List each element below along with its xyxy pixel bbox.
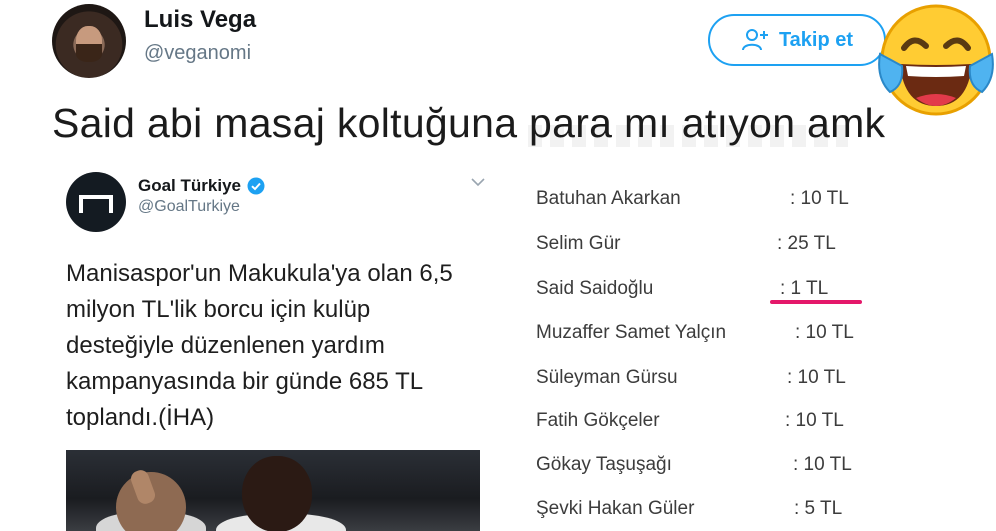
author-name[interactable]: Luis Vega: [144, 6, 256, 34]
author-avatar[interactable]: [52, 4, 126, 78]
embedded-tweet-text: Manisaspor'un Makukula'ya olan 6,5 milyo…: [66, 256, 506, 436]
embedded-author-name[interactable]: Goal Türkiye: [138, 176, 265, 196]
donor-amount: : 10 TL: [787, 367, 846, 388]
add-user-icon: [741, 29, 768, 51]
embedded-text-line: desteğiyle düzenlenen yardım: [66, 332, 385, 359]
donor-amount: : 10 TL: [785, 410, 844, 431]
donor-name: Şevki Hakan Güler: [536, 498, 695, 519]
donor-name: Gökay Taşuşağı: [536, 454, 672, 475]
goal-logo-icon: [79, 195, 113, 213]
author-handle[interactable]: @veganomi: [144, 42, 251, 65]
donor-name: Fatih Gökçeler: [536, 410, 660, 431]
donor-amount: : 10 TL: [793, 454, 852, 475]
follow-button[interactable]: Takip et: [708, 14, 886, 66]
donor-amount: : 25 TL: [777, 233, 836, 254]
chevron-down-icon[interactable]: [470, 176, 486, 188]
donor-amount: : 1 TL: [780, 278, 829, 299]
donor-name: Muzaffer Samet Yalçın: [536, 322, 727, 343]
embedded-author-name-text: Goal Türkiye: [138, 176, 241, 195]
embedded-text-line: Manisaspor'un Makukula'ya olan 6,5: [66, 260, 453, 287]
list-top-shadow: [528, 125, 848, 147]
donor-amount: : 10 TL: [790, 188, 849, 209]
goal-avatar[interactable]: [66, 172, 126, 232]
donor-amount: : 5 TL: [794, 498, 843, 519]
verified-badge-icon: [247, 177, 265, 195]
donor-name: Selim Gür: [536, 233, 621, 254]
photo-player-head: [242, 456, 312, 531]
avatar-beard: [76, 44, 102, 62]
highlight-underline: [770, 300, 862, 304]
face-with-tears-of-joy-icon: [878, 4, 994, 116]
follow-button-label: Takip et: [778, 28, 854, 51]
embedded-author-handle[interactable]: @GoalTurkiye: [138, 198, 240, 216]
donor-name: Süleyman Gürsu: [536, 367, 678, 388]
embedded-text-line: toplandı.(İHA): [66, 404, 215, 431]
embedded-text-line: milyon TL'lik borcu için kulüp: [66, 296, 371, 323]
donor-name: Said Saidoğlu: [536, 278, 654, 299]
donor-amount: : 10 TL: [795, 322, 854, 343]
donor-name: Batuhan Akarkan: [536, 188, 681, 209]
embedded-text-line: kampanyasında bir günde 685 TL: [66, 368, 424, 395]
embedded-tweet-photo[interactable]: [66, 450, 480, 531]
